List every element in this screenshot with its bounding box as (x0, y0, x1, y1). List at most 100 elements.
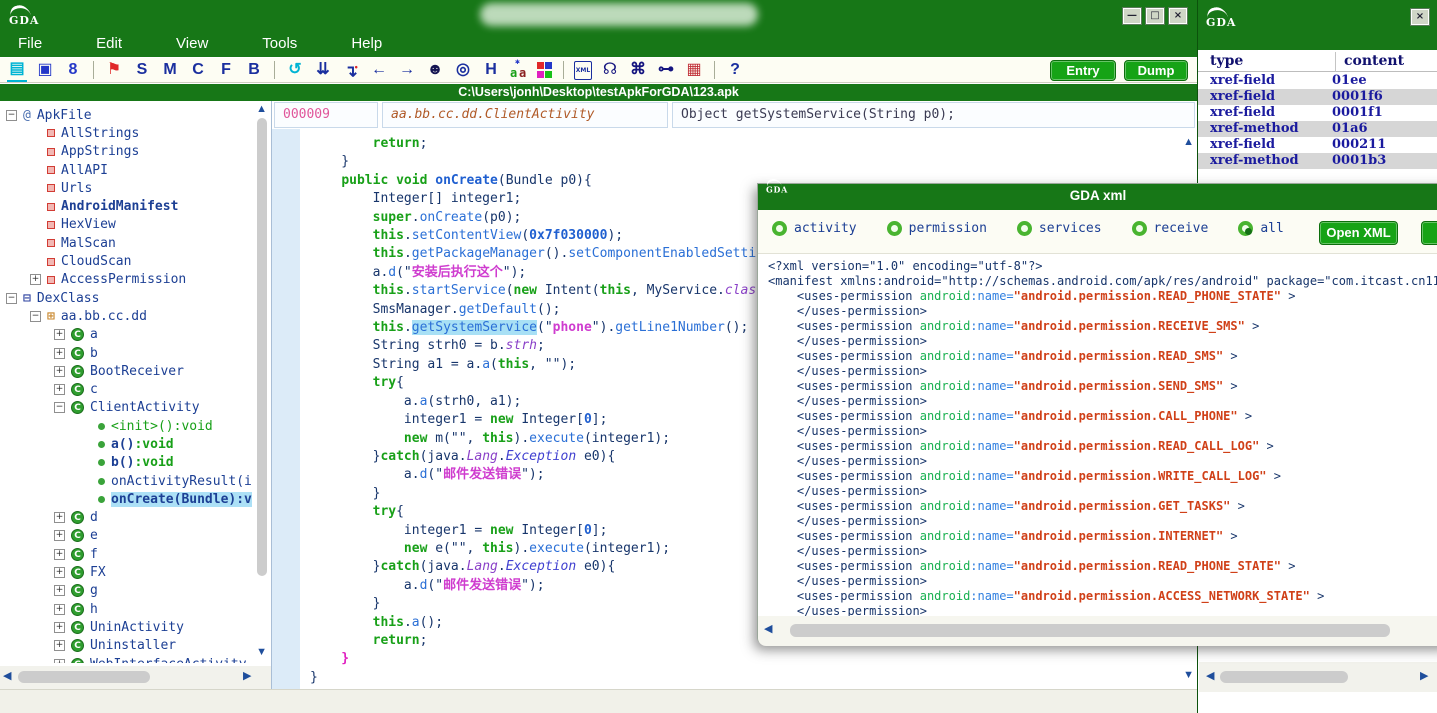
tree-item[interactable]: −⊞aa.bb.cc.dd (0, 307, 272, 325)
collapse-icon[interactable]: − (54, 402, 65, 413)
key-icon[interactable]: ⊶ (656, 59, 676, 81)
help-icon[interactable]: ? (725, 59, 745, 81)
close-button[interactable]: × (1169, 8, 1187, 24)
tree-item[interactable]: AllAPI (0, 161, 272, 179)
radio-activity[interactable]: activity (772, 221, 857, 236)
expand-icon[interactable]: + (54, 659, 65, 663)
tree-item[interactable]: AllStrings (0, 124, 272, 142)
expand-icon[interactable]: + (54, 585, 65, 596)
expand-icon[interactable]: + (54, 348, 65, 359)
tree-item[interactable]: +CUninstaller (0, 637, 272, 655)
radio-all[interactable]: all (1238, 221, 1283, 236)
signal-scan-icon[interactable]: ⚑ (104, 59, 124, 81)
code-scroll-down-icon[interactable]: ▼ (1183, 670, 1194, 681)
tree-item[interactable]: +Ce (0, 527, 272, 545)
tree-item[interactable]: onCreate(Bundle):v (0, 490, 272, 508)
tree-item[interactable]: MalScan (0, 234, 272, 252)
xref-close-button[interactable]: × (1411, 9, 1429, 25)
radio-permission[interactable]: permission (887, 221, 987, 236)
tree-item[interactable]: −⊟DexClass (0, 289, 272, 307)
radio-icon[interactable] (772, 221, 787, 236)
tree-item[interactable]: +Ch (0, 600, 272, 618)
open-xml-button[interactable]: Open XML (1319, 221, 1398, 245)
tree-item[interactable]: +CFX (0, 563, 272, 581)
method-view-icon[interactable]: M (160, 59, 180, 81)
tree-scroll-left-icon[interactable]: ◀ (3, 671, 11, 682)
xml-hscroll-thumb[interactable] (790, 624, 1390, 637)
goto-entry-icon[interactable]: ↴• (341, 56, 361, 83)
xref-scroll-right-icon[interactable]: ▶ (1420, 671, 1428, 682)
xref-row[interactable]: xref-method0001b3 (1198, 153, 1437, 169)
radio-services[interactable]: services (1017, 221, 1102, 236)
tree-item[interactable]: Urls (0, 179, 272, 197)
xref-row[interactable]: xref-field000211 (1198, 137, 1437, 153)
xref-row[interactable]: xref-field01ee (1198, 73, 1437, 89)
expand-icon[interactable]: + (54, 329, 65, 340)
tree-item[interactable]: b():void (0, 454, 272, 472)
radio-icon[interactable] (1132, 221, 1147, 236)
menu-file[interactable]: File (14, 33, 46, 54)
expand-icon[interactable]: + (54, 567, 65, 578)
collapse-icon[interactable]: − (6, 293, 17, 304)
tree-item[interactable]: +Cf (0, 545, 272, 563)
maximize-button[interactable]: □ (1146, 8, 1164, 24)
radio-icon[interactable] (887, 221, 902, 236)
tree-scroll-up-icon[interactable]: ▲ (256, 104, 267, 115)
bytecode-view-icon[interactable]: B (244, 59, 264, 81)
rename-strings-icon[interactable]: aa✱ (509, 60, 529, 80)
minimize-button[interactable]: — (1123, 8, 1141, 24)
string-view-icon[interactable]: S (132, 59, 152, 81)
expand-icon[interactable]: + (54, 384, 65, 395)
expand-icon[interactable]: + (54, 549, 65, 560)
tree-item[interactable]: −@ApkFile (0, 106, 272, 124)
open-file-icon[interactable]: ▤ (7, 58, 27, 82)
xref-scroll-left-icon[interactable]: ◀ (1206, 671, 1214, 682)
expand-icon[interactable]: + (54, 622, 65, 633)
collapse-icon[interactable]: − (30, 311, 41, 322)
colors-icon[interactable] (537, 62, 553, 78)
tree-item[interactable]: onActivityResult(i (0, 472, 272, 490)
tree-item[interactable]: +Cg (0, 582, 272, 600)
expand-icon[interactable]: + (54, 530, 65, 541)
tree-item[interactable]: CloudScan (0, 252, 272, 270)
tree-item[interactable]: <init>():void (0, 417, 272, 435)
tree-item[interactable]: +AccessPermission (0, 271, 272, 289)
tree-item[interactable]: +CBootReceiver (0, 362, 272, 380)
menu-tools[interactable]: Tools (258, 33, 301, 54)
tree-item[interactable]: +Cb (0, 344, 272, 362)
tree-item[interactable]: −CClientActivity (0, 399, 272, 417)
xref-row[interactable]: xref-field0001f1 (1198, 105, 1437, 121)
expand-icon[interactable]: + (54, 604, 65, 615)
nav-forward-icon[interactable]: → (397, 59, 417, 81)
link-icon[interactable]: 8 (63, 59, 83, 81)
xref-hscroll-thumb[interactable] (1220, 671, 1348, 683)
tree-item[interactable]: +Cc (0, 380, 272, 398)
dump-button[interactable]: Dump (1124, 60, 1188, 81)
tree-scroll-right-icon[interactable]: ▶ (243, 671, 251, 682)
radio-receive[interactable]: receive (1132, 221, 1209, 236)
xml-scroll-left-icon[interactable]: ◀ (764, 624, 772, 635)
tree-hscroll-thumb[interactable] (18, 671, 150, 683)
hex-view-icon[interactable]: H (481, 59, 501, 81)
nav-back-icon[interactable]: ← (369, 59, 389, 81)
field-view-icon[interactable]: F (216, 59, 236, 81)
menu-help[interactable]: Help (347, 33, 386, 54)
partial-button[interactable] (1421, 221, 1437, 245)
tree-item[interactable]: AndroidManifest (0, 197, 272, 215)
shortcut-icon[interactable]: ⌘ (628, 59, 648, 81)
expand-icon[interactable]: + (54, 366, 65, 377)
radio-icon[interactable] (1017, 221, 1032, 236)
tree-item[interactable]: AppStrings (0, 143, 272, 161)
save-icon[interactable]: ▣ (35, 59, 55, 81)
code-scroll-up-icon[interactable]: ▲ (1183, 137, 1194, 148)
menu-edit[interactable]: Edit (92, 33, 126, 54)
xml-hscroll-track[interactable]: ◀ (758, 616, 1437, 646)
tree-scroll-down-icon[interactable]: ▼ (256, 647, 267, 658)
tree-item[interactable]: HexView (0, 216, 272, 234)
tree-vscroll-thumb[interactable] (257, 118, 267, 576)
history-icon[interactable]: ↺ (285, 59, 305, 81)
tree-item[interactable]: +Ca (0, 326, 272, 344)
expand-icon[interactable]: + (54, 640, 65, 651)
xref-row[interactable]: xref-field0001f6 (1198, 89, 1437, 105)
tree-item[interactable]: +CUninActivity (0, 618, 272, 636)
